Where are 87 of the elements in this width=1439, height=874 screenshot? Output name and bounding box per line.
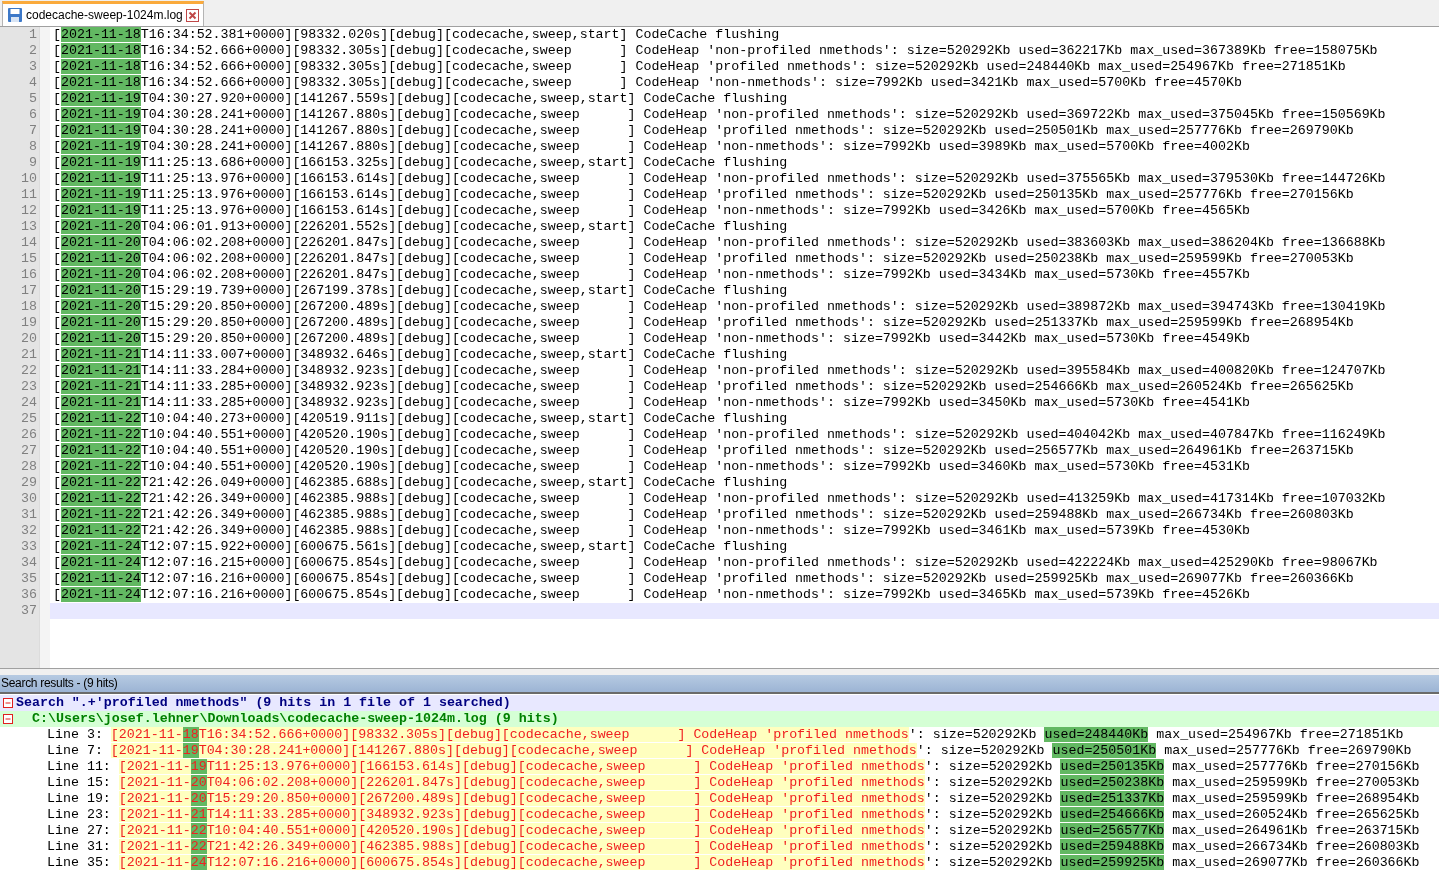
hit-line-label[interactable]: Line 7: xyxy=(47,743,103,759)
line-number: 30 xyxy=(20,491,38,507)
line-number: 25 xyxy=(20,411,38,427)
line-number: 3 xyxy=(28,59,38,75)
line-number: 11 xyxy=(20,187,38,203)
line-number: 14 xyxy=(20,235,38,251)
line-number: 28 xyxy=(20,459,38,475)
code-line: [2021-11-22T10:04:40.551+0000][420520.190s][debug][codecache,sweep ] CodeHeap 'non-profiled nmethods': size=520292Kb used=404042Kb max_used=407847Kb free=116249Kb xyxy=(53,427,1387,443)
hit-line-label[interactable]: Line 3: xyxy=(47,727,103,743)
code-line: [2021-11-19T04:30:28.241+0000][141267.880s][debug][codecache,sweep ] CodeHeap 'profiled nmethods': size=520292Kb used=250501Kb max_used=257776Kb free=269790Kb xyxy=(53,123,1355,139)
code-line: [2021-11-20T15:29:19.739+0000][267199.378s][debug][codecache,sweep,start] CodeCache flushing xyxy=(53,283,789,299)
code-line: [2021-11-20T15:29:20.850+0000][267200.489s][debug][codecache,sweep ] CodeHeap 'non-profiled nmethods': size=520292Kb used=389872Kb max_used=394743Kb free=130419Kb xyxy=(53,299,1387,315)
line-number: 12 xyxy=(20,203,38,219)
hit-line-label[interactable]: Line 11: xyxy=(47,759,111,775)
code-line: [2021-11-19T04:30:28.241+0000][141267.880s][debug][codecache,sweep ] CodeHeap 'non-profiled nmethods': size=520292Kb used=369722Kb max_used=375045Kb free=150569Kb xyxy=(53,107,1387,123)
code-line: [2021-11-18T16:34:52.666+0000][98332.305s][debug][codecache,sweep ] CodeHeap 'non-nmethods': size=7992Kb used=3421Kb max_used=5700Kb free=4570Kb xyxy=(53,75,1243,91)
line-number: 10 xyxy=(20,171,38,187)
line-number: 13 xyxy=(20,219,38,235)
line-number: 17 xyxy=(20,283,38,299)
line-number: 34 xyxy=(20,555,38,571)
line-number: 21 xyxy=(20,347,38,363)
code-line: [2021-11-24T12:07:16.216+0000][600675.854s][debug][codecache,sweep ] CodeHeap 'profiled nmethods': size=520292Kb used=259925Kb max_used=269077Kb free=260366Kb xyxy=(53,571,1355,587)
line-number: 18 xyxy=(20,299,38,315)
line-number: 33 xyxy=(20,539,38,555)
code-line: [2021-11-19T04:30:27.920+0000][141267.559s][debug][codecache,sweep,start] CodeCache flushing xyxy=(53,91,789,107)
code-line: [2021-11-19T04:30:28.241+0000][141267.880s][debug][codecache,sweep ] CodeHeap 'non-nmethods': size=7992Kb used=3989Kb max_used=5700Kb free=4002Kb xyxy=(53,139,1251,155)
hit-line-label[interactable]: Line 23: xyxy=(47,807,111,823)
line-number: 19 xyxy=(20,315,38,331)
code-line: [2021-11-20T15:29:20.850+0000][267200.489s][debug][codecache,sweep ] CodeHeap 'profiled nmethods': size=520292Kb used=251337Kb max_used=259599Kb free=268954Kb xyxy=(53,315,1355,331)
line-number: 23 xyxy=(20,379,38,395)
code-line: [2021-11-19T11:25:13.976+0000][166153.614s][debug][codecache,sweep ] CodeHeap 'profiled nmethods': size=520292Kb used=250135Kb max_used=257776Kb free=270156Kb xyxy=(53,187,1355,203)
code-line: [2021-11-22T21:42:26.349+0000][462385.988s][debug][codecache,sweep ] CodeHeap 'non-profiled nmethods': size=520292Kb used=413259Kb max_used=417314Kb free=107032Kb xyxy=(53,491,1387,507)
code-line: [2021-11-22T21:42:26.049+0000][462385.688s][debug][codecache,sweep,start] CodeCache flushing xyxy=(53,475,789,491)
code-line: [2021-11-22T10:04:40.551+0000][420520.190s][debug][codecache,sweep ] CodeHeap 'profiled nmethods': size=520292Kb used=256577Kb max_used=264961Kb free=263715Kb xyxy=(53,443,1355,459)
code-line: [2021-11-24T12:07:16.216+0000][600675.854s][debug][codecache,sweep ] CodeHeap 'non-nmethods': size=7992Kb used=3465Kb max_used=5739Kb free=4526Kb xyxy=(53,587,1251,603)
close-icon[interactable] xyxy=(185,8,199,22)
line-number: 20 xyxy=(20,331,38,347)
line-number: 31 xyxy=(20,507,38,523)
code-line: [2021-11-22T10:04:40.273+0000][420519.911s][debug][codecache,sweep,start] CodeCache flushing xyxy=(53,411,789,427)
collapse-icon[interactable] xyxy=(3,698,13,708)
line-number: 26 xyxy=(20,427,38,443)
line-number: 1 xyxy=(28,27,38,43)
hit-line-label[interactable]: Line 27: xyxy=(47,823,111,839)
line-number: 5 xyxy=(28,91,38,107)
collapse-icon[interactable] xyxy=(3,714,13,724)
line-number: 36 xyxy=(20,587,38,603)
code-line: [2021-11-22T10:04:40.551+0000][420520.190s][debug][codecache,sweep ] CodeHeap 'non-nmethods': size=7992Kb used=3460Kb max_used=5730Kb free=4531Kb xyxy=(53,459,1251,475)
code-line: [2021-11-18T16:34:52.666+0000][98332.305s][debug][codecache,sweep ] CodeHeap 'profiled nmethods': size=520292Kb used=248440Kb max_used=254967Kb free=271851Kb xyxy=(53,59,1347,75)
line-number: 15 xyxy=(20,251,38,267)
line-number: 29 xyxy=(20,475,38,491)
line-number: 8 xyxy=(28,139,38,155)
line-number: 4 xyxy=(28,75,38,91)
hit-line-label[interactable]: Line 19: xyxy=(47,791,111,807)
code-line: [2021-11-21T14:11:33.285+0000][348932.923s][debug][codecache,sweep ] CodeHeap 'non-nmethods': size=7992Kb used=3450Kb max_used=5730Kb free=4541Kb xyxy=(53,395,1251,411)
code-line: [2021-11-18T16:34:52.666+0000][98332.305s][debug][codecache,sweep ] CodeHeap 'non-profiled nmethods': size=520292Kb used=362217Kb max_used=367389Kb free=158075Kb xyxy=(53,43,1379,59)
code-line: [2021-11-20T04:06:01.913+0000][226201.552s][debug][codecache,sweep,start] CodeCache flushing xyxy=(53,219,789,235)
code-line: [2021-11-20T04:06:02.208+0000][226201.847s][debug][codecache,sweep ] CodeHeap 'non-nmethods': size=7992Kb used=3434Kb max_used=5730Kb free=4557Kb xyxy=(53,267,1251,283)
code-line: [2021-11-22T21:42:26.349+0000][462385.988s][debug][codecache,sweep ] CodeHeap 'non-nmethods': size=7992Kb used=3461Kb max_used=5739Kb free=4530Kb xyxy=(53,523,1251,539)
line-number: 6 xyxy=(28,107,38,123)
hit-line-label[interactable]: Line 35: xyxy=(47,855,111,871)
line-number: 37 xyxy=(20,603,38,619)
code-line: [2021-11-20T04:06:02.208+0000][226201.847s][debug][codecache,sweep ] CodeHeap 'profiled nmethods': size=520292Kb used=250238Kb max_used=259599Kb free=270053Kb xyxy=(53,251,1355,267)
line-number: 24 xyxy=(20,395,38,411)
code-line: [2021-11-19T11:25:13.686+0000][166153.325s][debug][codecache,sweep,start] CodeCache flushing xyxy=(53,155,789,171)
line-number: 32 xyxy=(20,523,38,539)
code-line: [2021-11-20T15:29:20.850+0000][267200.489s][debug][codecache,sweep ] CodeHeap 'non-nmethods': size=7992Kb used=3442Kb max_used=5730Kb free=4549Kb xyxy=(53,331,1251,347)
hit-line-label[interactable]: Line 15: xyxy=(47,775,111,791)
code-line: [2021-11-18T16:34:52.381+0000][98332.020s][debug][codecache,sweep,start] CodeCache flushing xyxy=(53,27,781,43)
code-line: [2021-11-21T14:11:33.007+0000][348932.646s][debug][codecache,sweep,start] CodeCache flushing xyxy=(53,347,789,363)
code-line: [2021-11-22T21:42:26.349+0000][462385.988s][debug][codecache,sweep ] CodeHeap 'profiled nmethods': size=520292Kb used=259488Kb max_used=266734Kb free=260803Kb xyxy=(53,507,1355,523)
line-number: 7 xyxy=(28,123,38,139)
line-number: 35 xyxy=(20,571,38,587)
line-number: 2 xyxy=(28,43,38,59)
line-number: 27 xyxy=(20,443,38,459)
hit-line-label[interactable]: Line 31: xyxy=(47,839,111,855)
code-line: [2021-11-20T04:06:02.208+0000][226201.847s][debug][codecache,sweep ] CodeHeap 'non-profiled nmethods': size=520292Kb used=383603Kb max_used=386204Kb free=136688Kb xyxy=(53,235,1387,251)
code-line: [2021-11-19T11:25:13.976+0000][166153.614s][debug][codecache,sweep ] CodeHeap 'non-profiled nmethods': size=520292Kb used=375565Kb max_used=379530Kb free=144726Kb xyxy=(53,171,1387,187)
line-number: 16 xyxy=(20,267,38,283)
panel-title: Search results - (9 hits) xyxy=(0,675,1439,694)
code-line: [2021-11-21T14:11:33.285+0000][348932.923s][debug][codecache,sweep ] CodeHeap 'profiled nmethods': size=520292Kb used=254666Kb max_used=260524Kb free=265625Kb xyxy=(53,379,1355,395)
code-line: [2021-11-21T14:11:33.284+0000][348932.923s][debug][codecache,sweep ] CodeHeap 'non-profiled nmethods': size=520292Kb used=395584Kb max_used=400820Kb free=124707Kb xyxy=(53,363,1387,379)
code-line: [2021-11-24T12:07:15.922+0000][600675.561s][debug][codecache,sweep,start] CodeCache flushing xyxy=(53,539,789,555)
file-tab[interactable]: codecache-sweep-1024m.log xyxy=(2,1,204,26)
line-number: 9 xyxy=(28,155,38,171)
code-line: [2021-11-24T12:07:16.215+0000][600675.854s][debug][codecache,sweep ] CodeHeap 'non-profiled nmethods': size=520292Kb used=422224Kb max_used=425290Kb free=98067Kb xyxy=(53,555,1379,571)
code-line: [2021-11-19T11:25:13.976+0000][166153.614s][debug][codecache,sweep ] CodeHeap 'non-nmethods': size=7992Kb used=3426Kb max_used=5700Kb free=4565Kb xyxy=(53,203,1251,219)
line-number: 22 xyxy=(20,363,38,379)
